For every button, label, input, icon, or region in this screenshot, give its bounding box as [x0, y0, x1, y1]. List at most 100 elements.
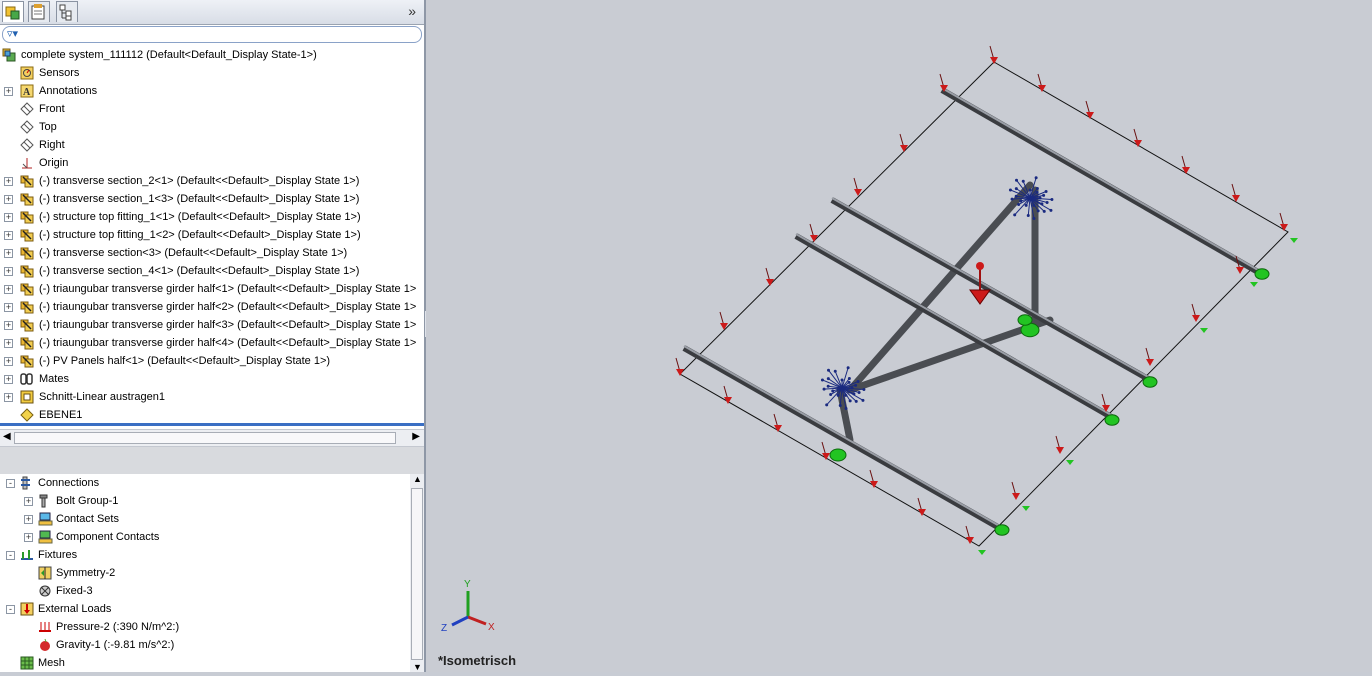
tree-item[interactable]: +(-) triaungubar transverse girder half<…: [0, 280, 424, 298]
tree-item[interactable]: Front: [0, 100, 424, 118]
bolt-head: [1017, 203, 1020, 206]
tree-item[interactable]: +(-) transverse section_1<3> (Default<<D…: [0, 190, 424, 208]
model-view[interactable]: YXZ: [426, 0, 1372, 672]
expand-toggle-icon[interactable]: +: [24, 497, 33, 506]
tree-item[interactable]: +AAnnotations: [0, 82, 424, 100]
rail-highlight: [942, 88, 1258, 270]
tree-item[interactable]: Sensors: [0, 64, 424, 82]
simulation-tree-item[interactable]: Symmetry-2: [0, 564, 410, 582]
simulation-tree-item[interactable]: Gravity-1 (:-9.81 m/s^2:): [0, 636, 410, 654]
tree-item[interactable]: + (-) triaungubar transverse girder half<…: [0, 316, 424, 334]
simulation-tree-item[interactable]: + Bolt Group-1: [0, 492, 410, 510]
configuration-icon: [57, 2, 77, 22]
simulation-tree-item[interactable]: +Component Contacts: [0, 528, 410, 546]
tree-item[interactable]: +(-) transverse section<3> (Default<<Def…: [0, 244, 424, 262]
bolt-head: [854, 384, 857, 387]
bolt-head: [858, 391, 861, 394]
simulation-tree-item[interactable]: -External Loads: [0, 600, 410, 618]
tree-item[interactable]: +(-) structure top fitting_1<1> (Default…: [0, 208, 424, 226]
simulation-tree-item[interactable]: -Connections: [0, 474, 410, 492]
svg-text:A: A: [23, 87, 31, 98]
expand-toggle-icon[interactable]: +: [4, 357, 13, 366]
expand-toggle-icon[interactable]: +: [4, 267, 13, 276]
tree-item[interactable]: +(-) PV Panels half<1> (Default<<Default…: [0, 352, 424, 370]
expand-toggle-icon[interactable]: +: [24, 515, 33, 524]
simulation-item-label: Bolt Group-1: [56, 492, 118, 510]
tree-item-label: (-) transverse section_2<1> (Default<<De…: [39, 172, 359, 190]
contact-sets-icon: [38, 512, 53, 526]
horizontal-scrollbar[interactable]: ◀ ▶: [0, 429, 424, 447]
tree-root-item[interactable]: complete system_111112 (Default<Default_…: [0, 46, 424, 64]
bolt-head: [831, 390, 834, 393]
filter-input[interactable]: ▿▾: [2, 26, 422, 43]
expand-toggle-icon[interactable]: -: [6, 605, 15, 614]
tree-item-label: Top: [39, 118, 57, 136]
expand-toggle-icon[interactable]: +: [4, 87, 13, 96]
expand-toggle-icon[interactable]: +: [4, 177, 13, 186]
fixture-marker: [1105, 415, 1119, 426]
expand-toggle-icon[interactable]: +: [24, 533, 33, 542]
expand-toggle-icon[interactable]: -: [6, 479, 15, 488]
tree-item[interactable]: Right: [0, 136, 424, 154]
graphics-area[interactable]: YXZ: [426, 0, 1372, 672]
expand-toggle-icon[interactable]: +: [4, 393, 13, 402]
panel-outline: [680, 62, 1288, 546]
tree-item[interactable]: + (-) triaungubar transverse girder half<…: [0, 298, 424, 316]
panel-divider[interactable]: [0, 423, 424, 426]
triad-z-label: Z: [441, 623, 447, 634]
tree-item[interactable]: Origin: [0, 154, 424, 172]
tree-item[interactable]: +(-) structure top fitting_1<2> (Default…: [0, 226, 424, 244]
expand-toggle-icon[interactable]: +: [4, 375, 13, 384]
symmetry-marker: [1250, 282, 1258, 287]
pressure-arrow-head: [1056, 447, 1064, 454]
collapse-panel-icon[interactable]: »: [408, 3, 416, 19]
simulation-tree-item[interactable]: Pressure-2 (:390 N/m^2:): [0, 618, 410, 636]
scroll-down-icon[interactable]: ▼: [413, 662, 422, 672]
tree-item[interactable]: Top: [0, 118, 424, 136]
gravity-cone: [970, 290, 990, 304]
expand-toggle-icon[interactable]: +: [4, 339, 13, 348]
bolt-head: [837, 394, 840, 397]
pressure-arrow-head: [1232, 195, 1240, 202]
configuration-manager-tab[interactable]: [56, 1, 78, 22]
simulation-tree-item[interactable]: +Contact Sets: [0, 510, 410, 528]
tree-item[interactable]: +(-) triaungubar transverse girder half<…: [0, 334, 424, 352]
bolt-head: [825, 403, 828, 406]
scroll-right-icon[interactable]: ▶: [412, 431, 420, 442]
scroll-up-icon[interactable]: ▲: [413, 474, 422, 484]
tree-item-label: (-) triaungubar transverse girder half<3…: [39, 316, 416, 334]
bolt-head: [1035, 176, 1038, 179]
tree-item[interactable]: +(-) transverse section_4<1> (Default<<D…: [0, 262, 424, 280]
simulation-tree-item[interactable]: Fixed-3: [0, 582, 410, 600]
scroll-thumb[interactable]: [411, 488, 423, 660]
simulation-tree-item[interactable]: -Fixtures: [0, 546, 410, 564]
tree-item[interactable]: +Mates: [0, 370, 424, 388]
fixture-marker: [1143, 377, 1157, 388]
gravity-icon: [38, 638, 53, 652]
expand-toggle-icon[interactable]: -: [6, 551, 15, 560]
tree-item-label: Origin: [39, 154, 68, 172]
simulation-tree-item[interactable]: Mesh: [0, 654, 410, 672]
subassembly-icon: [20, 210, 35, 224]
tree-item[interactable]: + (-) transverse section_2<1> (Default<<D…: [0, 172, 424, 190]
tree-item[interactable]: +Schnitt-Linear austragen1: [0, 388, 424, 406]
scroll-thumb[interactable]: [14, 432, 396, 444]
symmetry-marker: [978, 550, 986, 555]
expand-toggle-icon[interactable]: +: [4, 213, 13, 222]
bolt-head: [1015, 179, 1018, 182]
expand-toggle-icon[interactable]: +: [4, 249, 13, 258]
feature-manager-tab[interactable]: [2, 1, 24, 22]
expand-toggle-icon[interactable]: +: [4, 303, 13, 312]
symmetry-marker: [1290, 238, 1298, 243]
property-manager-tab[interactable]: [28, 1, 50, 22]
scroll-left-icon[interactable]: ◀: [3, 431, 11, 442]
expand-toggle-icon[interactable]: +: [4, 231, 13, 240]
pressure-arrow-head: [766, 279, 774, 286]
expand-toggle-icon[interactable]: +: [4, 195, 13, 204]
vertical-scrollbar[interactable]: ▲ ▼: [410, 474, 424, 672]
expand-toggle-icon[interactable]: +: [4, 321, 13, 330]
expand-toggle-icon[interactable]: +: [4, 285, 13, 294]
tree-item-label: (-) triaungubar transverse girder half<2…: [39, 298, 416, 316]
tree-item[interactable]: EBENE1: [0, 406, 424, 424]
bolt-head: [861, 399, 864, 402]
